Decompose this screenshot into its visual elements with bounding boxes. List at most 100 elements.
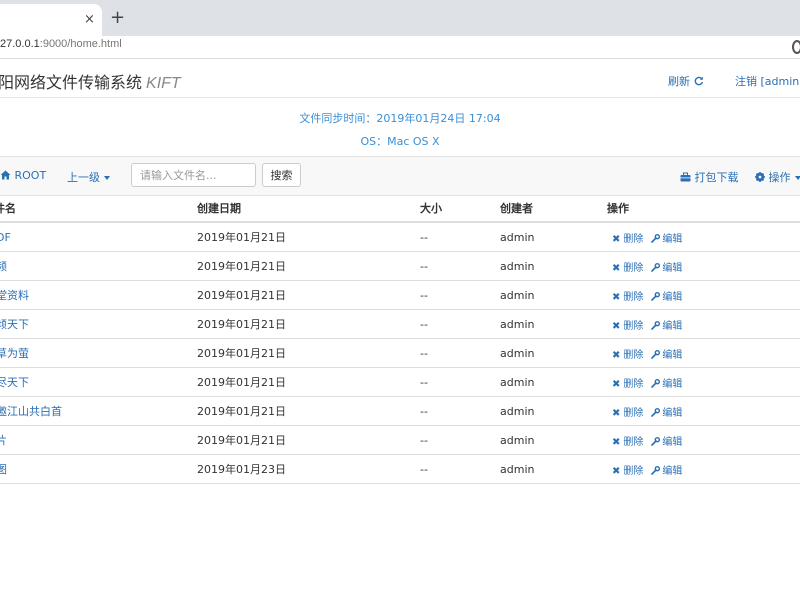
file-name-cell: 图 bbox=[0, 454, 197, 484]
wrench-icon bbox=[651, 320, 661, 330]
address-bar[interactable]: 27.0.0.1:9000/home.html bbox=[0, 36, 800, 59]
edit-button[interactable]: 编辑 bbox=[651, 379, 682, 390]
root-button[interactable]: ROOT bbox=[0, 169, 46, 182]
edit-button[interactable]: 编辑 bbox=[651, 234, 682, 245]
refresh-label: 刷新 bbox=[668, 75, 690, 88]
chevron-down-icon bbox=[104, 176, 110, 180]
size-cell: -- bbox=[420, 338, 500, 368]
file-name-link[interactable]: 频 bbox=[0, 260, 7, 273]
file-name-link[interactable]: 草为萤 bbox=[0, 347, 29, 360]
table-row: 倾天下 2019年01月21日 -- admin ✖ 删除 编辑 bbox=[0, 309, 800, 339]
operations-dropdown[interactable]: 操作 bbox=[755, 169, 800, 185]
delete-button[interactable]: ✖ 删除 bbox=[612, 263, 643, 274]
wrench-icon bbox=[651, 436, 661, 446]
actions-cell: ✖ 删除 编辑 bbox=[607, 425, 800, 455]
edit-label: 编辑 bbox=[662, 320, 683, 332]
url-text[interactable]: 27.0.0.1:9000/home.html bbox=[0, 38, 122, 50]
delete-button[interactable]: ✖ 删除 bbox=[612, 466, 643, 477]
created-date-cell: 2019年01月21日 bbox=[197, 396, 420, 426]
col-header-size[interactable]: 大小 bbox=[420, 195, 500, 223]
col-header-date[interactable]: 创建日期 bbox=[197, 195, 420, 223]
actions-cell: ✖ 删除 编辑 bbox=[607, 454, 800, 484]
col-header-name[interactable]: 件名 bbox=[0, 195, 197, 223]
wrench-icon bbox=[651, 233, 661, 243]
file-table: 件名 创建日期 大小 创建者 操作 DF2019年01月21日--admin✖删… bbox=[0, 195, 800, 484]
parent-dir-dropdown[interactable]: 上一级 bbox=[67, 169, 110, 185]
file-name-link[interactable]: 堂资料 bbox=[0, 289, 29, 302]
new-tab-button[interactable]: + bbox=[110, 8, 125, 28]
delete-x-icon: ✖ bbox=[612, 378, 621, 390]
delete-button[interactable]: ✖ 删除 bbox=[612, 292, 643, 303]
delete-button[interactable]: ✖ 删除 bbox=[612, 379, 643, 390]
created-date-cell: 2019年01月21日 bbox=[197, 425, 420, 455]
table-row: 草为萤 2019年01月21日 -- admin ✖ 删除 编辑 bbox=[0, 338, 800, 368]
edit-button[interactable]: 编辑 bbox=[651, 292, 682, 303]
edit-label: 编辑 bbox=[662, 262, 683, 274]
delete-label: 删除 bbox=[623, 349, 644, 361]
file-name-cell: 片 bbox=[0, 425, 197, 455]
edit-button[interactable]: 编辑 bbox=[651, 408, 682, 419]
delete-button[interactable]: ✖ 删除 bbox=[612, 321, 643, 332]
browser-tab[interactable]: × bbox=[0, 4, 102, 36]
delete-label: 删除 bbox=[623, 291, 644, 303]
size-cell: -- bbox=[420, 251, 500, 281]
table-header-row: 件名 创建日期 大小 创建者 操作 bbox=[0, 195, 800, 223]
delete-x-icon: ✖ bbox=[612, 436, 621, 448]
edit-label: 编辑 bbox=[662, 407, 683, 419]
file-name-link[interactable]: 图 bbox=[0, 463, 7, 476]
delete-label: 删除 bbox=[623, 233, 644, 245]
delete-x-icon: ✖ bbox=[612, 407, 621, 419]
tab-close-icon[interactable]: × bbox=[84, 12, 95, 28]
created-date-cell: 2019年01月21日 bbox=[197, 309, 420, 339]
edit-button[interactable]: 编辑 bbox=[651, 350, 682, 361]
home-icon bbox=[0, 170, 11, 180]
delete-button[interactable]: ✖ 删除 bbox=[612, 408, 643, 419]
col-header-name-text: 件名 bbox=[0, 202, 16, 215]
logout-link[interactable]: 注销 [admin] bbox=[735, 73, 800, 89]
edit-button[interactable]: 编辑 bbox=[651, 321, 682, 332]
creator-cell: admin bbox=[500, 222, 607, 252]
page-title: 阳网络文件传输系统 KIFT bbox=[0, 69, 181, 93]
delete-button[interactable]: ✖ 删除 bbox=[612, 350, 643, 361]
delete-x-icon: ✖ bbox=[612, 320, 621, 332]
wrench-icon bbox=[651, 407, 661, 417]
col-header-creator[interactable]: 创建者 bbox=[500, 195, 607, 223]
file-name-link[interactable]: DF bbox=[0, 231, 11, 244]
refresh-icon bbox=[694, 76, 703, 86]
delete-button[interactable]: ✖ 删除 bbox=[612, 437, 643, 448]
pack-download-button[interactable]: 打包下载 bbox=[680, 169, 739, 185]
file-name-cell: 邀江山共白首 bbox=[0, 396, 197, 426]
edit-label: 编辑 bbox=[662, 291, 683, 303]
actions-cell: ✖ 删除 编辑 bbox=[607, 396, 800, 426]
file-name-link[interactable]: 邀江山共白首 bbox=[0, 405, 62, 418]
delete-x-icon: ✖ bbox=[612, 465, 621, 477]
file-name-cell: DF bbox=[0, 222, 197, 252]
creator-cell: admin bbox=[500, 338, 607, 368]
browser-menu-icon[interactable] bbox=[792, 40, 800, 54]
refresh-link[interactable]: 刷新 bbox=[668, 73, 704, 89]
created-date-cell: 2019年01月21日 bbox=[197, 222, 420, 252]
edit-label: 编辑 bbox=[662, 349, 683, 361]
sync-time-text: 文件同步时间：2019年01月24日 17:04 bbox=[299, 112, 501, 125]
creator-cell: admin bbox=[500, 309, 607, 339]
file-name-link[interactable]: 倾天下 bbox=[0, 318, 29, 331]
edit-button[interactable]: 编辑 bbox=[651, 263, 682, 274]
edit-button[interactable]: 编辑 bbox=[651, 437, 682, 448]
page-title-text: 阳网络文件传输系统 bbox=[0, 73, 143, 92]
briefcase-icon bbox=[680, 172, 691, 182]
search-input[interactable] bbox=[131, 163, 256, 187]
delete-button[interactable]: ✖ 删除 bbox=[612, 234, 643, 245]
table-row: 片 2019年01月21日 -- admin ✖ 删除 编辑 bbox=[0, 425, 800, 455]
gear-icon bbox=[755, 172, 765, 182]
file-name-link[interactable]: 片 bbox=[0, 434, 7, 447]
edit-button[interactable]: 编辑 bbox=[651, 466, 682, 477]
wrench-icon bbox=[651, 378, 661, 388]
wrench-icon bbox=[651, 291, 661, 301]
file-name-link[interactable]: 尽天下 bbox=[0, 376, 29, 389]
search-button[interactable]: 搜索 bbox=[262, 163, 301, 187]
size-cell: -- bbox=[420, 367, 500, 397]
file-name-cell: 倾天下 bbox=[0, 309, 197, 339]
browser-tabbar: × + bbox=[0, 0, 800, 36]
file-name-cell: 草为萤 bbox=[0, 338, 197, 368]
table-row: 频 2019年01月21日 -- admin ✖ 删除 编辑 bbox=[0, 251, 800, 281]
